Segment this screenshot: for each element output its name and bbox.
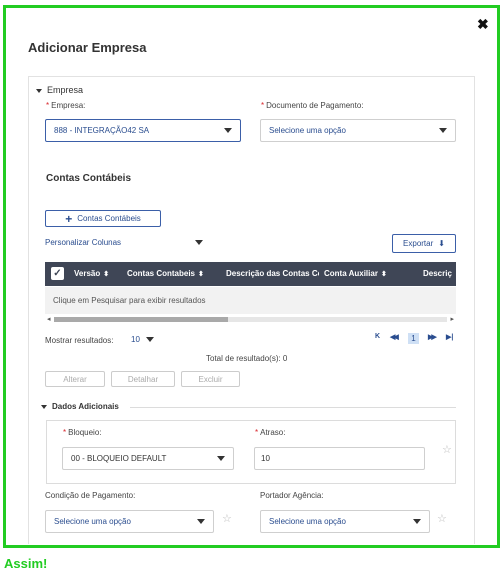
caret-down-icon: [41, 404, 47, 409]
bloqueio-select[interactable]: 00 - BLOQUEIO DEFAULT: [62, 447, 234, 470]
dados-adicionais-toggle[interactable]: Dados Adicionais: [41, 402, 119, 411]
bloqueio-select-value: 00 - BLOQUEIO DEFAULT: [71, 454, 167, 463]
prev-page-icon[interactable]: ◀◀: [390, 333, 399, 341]
star-icon[interactable]: ☆: [437, 512, 447, 525]
scrollbar-thumb[interactable]: [54, 317, 228, 322]
alterar-button[interactable]: Alterar: [45, 371, 105, 387]
table-horizontal-scrollbar[interactable]: ◂ ▸: [45, 315, 456, 324]
star-icon[interactable]: ☆: [222, 512, 232, 525]
column-header[interactable]: Versão ⬍: [74, 269, 109, 278]
first-page-icon[interactable]: K: [375, 333, 380, 340]
total-resultados: Total de resultado(s): 0: [206, 354, 288, 363]
documento-label: * Documento de Pagamento:: [261, 101, 364, 110]
plus-icon: +: [65, 211, 73, 226]
portador-select[interactable]: Selecione uma opção: [260, 510, 430, 533]
contas-title: Contas Contábeis: [46, 173, 132, 184]
personalizar-colunas-link[interactable]: Personalizar Colunas: [45, 238, 121, 247]
empresa-section-toggle[interactable]: Empresa: [36, 85, 83, 95]
chevron-down-icon: [413, 519, 421, 524]
page-size-value: 10: [131, 335, 140, 344]
empresa-section-title: Empresa: [47, 85, 84, 95]
table-header: ✓ Versão ⬍ Contas Contabeis ⬍ Descrição da…: [45, 262, 456, 286]
required-asterisk: *: [46, 101, 50, 110]
select-all-checkbox[interactable]: ✓: [51, 267, 64, 280]
chevron-down-icon: [439, 128, 447, 133]
empresa-select[interactable]: 888 - INTEGRAÇÃO42 SA: [45, 119, 241, 142]
sort-icon: ⬍: [380, 271, 387, 278]
documento-select[interactable]: Selecione uma opção: [260, 119, 456, 142]
footer-caption: Assim!: [4, 556, 48, 571]
mostrar-resultados-label: Mostrar resultados:: [45, 336, 114, 345]
table-empty-row: Clique em Pesquisar para exibir resultad…: [45, 287, 456, 314]
required-asterisk: *: [63, 428, 67, 437]
column-header[interactable]: Contas Contabeis ⬍: [127, 269, 204, 278]
empresa-label: * Empresa:: [46, 101, 86, 110]
documento-select-placeholder: Selecione uma opção: [269, 126, 346, 135]
required-asterisk: *: [261, 101, 265, 110]
condicao-label: Condição de Pagamento:: [45, 491, 136, 500]
sort-icon: ⬍: [103, 271, 110, 278]
empresa-select-value: 888 - INTEGRAÇÃO42 SA: [54, 126, 150, 135]
chevron-down-icon[interactable]: [195, 240, 203, 245]
portador-select-placeholder: Selecione uma opção: [269, 517, 346, 526]
next-page-icon[interactable]: ▶▶: [428, 333, 437, 341]
page-size-select[interactable]: 10: [131, 335, 154, 344]
caret-down-icon: [36, 88, 42, 93]
dados-adicionais-title: Dados Adicionais: [52, 402, 119, 411]
add-contas-label: Contas Contábeis: [77, 214, 141, 223]
excluir-button[interactable]: Excluir: [181, 371, 240, 387]
close-icon[interactable]: ✖: [477, 16, 489, 33]
sort-icon: ⬍: [198, 271, 204, 278]
add-contas-button[interactable]: + Contas Contábeis: [45, 210, 161, 227]
condicao-select[interactable]: Selecione uma opção: [45, 510, 214, 533]
exportar-button[interactable]: Exportar ⬇: [392, 234, 456, 253]
modal-title: Adicionar Empresa: [28, 40, 147, 55]
atraso-label: * Atraso:: [255, 428, 286, 437]
bloqueio-label: * Bloqueio:: [63, 428, 102, 437]
section-divider: [130, 407, 456, 408]
download-icon: ⬇: [438, 239, 445, 248]
column-header[interactable]: Descrição das Contas Cc: [226, 269, 319, 278]
chevron-down-icon: [224, 128, 232, 133]
portador-label: Portador Agência:: [260, 491, 324, 500]
required-asterisk: *: [255, 428, 259, 437]
atraso-input[interactable]: 10: [254, 447, 425, 470]
column-header[interactable]: Conta Auxiliar ⬍: [324, 269, 387, 278]
condicao-select-placeholder: Selecione uma opção: [54, 517, 131, 526]
current-page[interactable]: 1: [408, 333, 419, 344]
chevron-down-icon: [145, 337, 154, 342]
exportar-label: Exportar: [403, 239, 434, 248]
column-header[interactable]: Descriç: [423, 269, 452, 278]
star-icon[interactable]: ☆: [442, 443, 452, 456]
last-page-icon[interactable]: ▶|: [446, 333, 453, 341]
detalhar-button[interactable]: Detalhar: [111, 371, 175, 387]
scroll-right-icon[interactable]: ▸: [450, 315, 454, 323]
chevron-down-icon: [197, 519, 205, 524]
scroll-left-icon[interactable]: ◂: [47, 315, 51, 323]
chevron-down-icon: [217, 456, 225, 461]
